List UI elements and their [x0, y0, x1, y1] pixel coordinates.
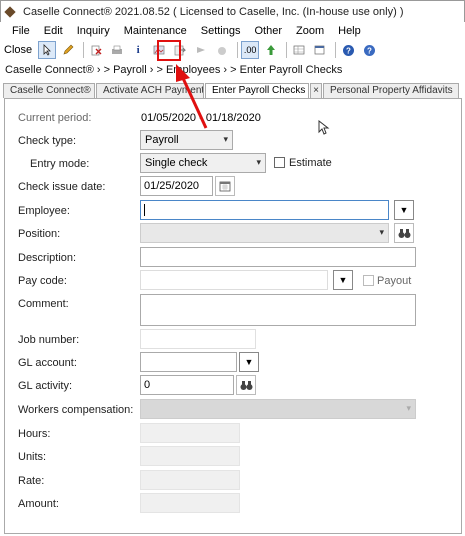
estimate-label: Estimate: [289, 157, 332, 169]
chevron-down-icon: ▾: [406, 403, 411, 413]
tab-caselle-connect[interactable]: Caselle Connect®: [3, 83, 95, 98]
delete-icon[interactable]: [87, 41, 105, 59]
description-label: Description:: [18, 252, 77, 264]
menu-zoom[interactable]: Zoom: [296, 25, 324, 37]
payout-label: Payout: [377, 275, 412, 287]
gl-account-field[interactable]: [140, 352, 237, 372]
menu-inquiry[interactable]: Inquiry: [77, 25, 110, 37]
job-number-field[interactable]: [140, 329, 256, 349]
menu-file[interactable]: File: [12, 25, 30, 37]
menu-settings[interactable]: Settings: [201, 25, 241, 37]
window-title: Caselle Connect® 2021.08.52 ( Licensed t…: [23, 5, 404, 18]
rate-field[interactable]: [140, 470, 240, 490]
tab-enter-payroll-checks[interactable]: Enter Payroll Checks: [205, 83, 309, 98]
gl-activity-field[interactable]: 0: [140, 375, 234, 395]
hours-field[interactable]: [140, 423, 240, 443]
employee-label: Employee:: [18, 205, 70, 217]
tab-activate-ach-payments[interactable]: Activate ACH Payments: [96, 83, 204, 98]
close-button[interactable]: Close: [4, 44, 32, 56]
grid-icon[interactable]: [290, 41, 308, 59]
job-number-label: Job number:: [18, 334, 80, 346]
title-bar: Caselle Connect® 2021.08.52 ( Licensed t…: [0, 0, 465, 22]
pay-code-field[interactable]: [140, 270, 328, 290]
tab-close-icon[interactable]: ×: [310, 83, 322, 98]
toolbar-separator: [83, 42, 85, 58]
menu-bar: File Edit Inquiry Maintenance Settings O…: [0, 22, 465, 39]
settings-help-icon[interactable]: ?: [360, 41, 378, 59]
payout-checkbox[interactable]: [363, 275, 374, 286]
gl-activity-label: GL activity:: [18, 380, 72, 392]
pay-code-label: Pay code:: [18, 275, 67, 287]
hand-icon[interactable]: [213, 41, 231, 59]
chevron-down-icon: ▾: [223, 134, 228, 144]
app-logo-icon: [5, 7, 17, 17]
estimate-checkbox[interactable]: [274, 157, 285, 168]
tab-bar: Caselle Connect® Activate ACH Payments E…: [3, 83, 460, 98]
entry-mode-value: Single check: [145, 157, 208, 169]
mouse-cursor-icon: [318, 119, 330, 139]
menu-maintenance[interactable]: Maintenance: [124, 25, 187, 37]
workers-compensation-select[interactable]: ▾: [140, 399, 416, 419]
tab-label: Enter Payroll Checks: [212, 85, 306, 96]
position-select[interactable]: ▾: [140, 223, 389, 243]
menu-help[interactable]: Help: [338, 25, 361, 37]
check-type-select[interactable]: Payroll ▾: [140, 130, 233, 150]
rate-label: Rate:: [18, 475, 45, 487]
position-label: Position:: [18, 228, 61, 240]
window-icon[interactable]: [311, 41, 329, 59]
toolbar-separator: [335, 42, 337, 58]
decimal-icon[interactable]: .00: [241, 41, 260, 59]
print-icon[interactable]: [108, 41, 126, 59]
check-issue-date-label: Check issue date:: [18, 181, 106, 193]
pencil-icon[interactable]: [59, 41, 77, 59]
comment-field[interactable]: [140, 294, 416, 326]
binoculars-icon[interactable]: [236, 375, 256, 395]
upload-icon[interactable]: [262, 41, 280, 59]
calendar-icon[interactable]: [215, 176, 235, 196]
units-field[interactable]: [140, 446, 240, 466]
gl-account-label: GL account:: [18, 357, 77, 369]
hours-label: Hours:: [18, 428, 51, 440]
amount-field[interactable]: [140, 493, 240, 513]
employee-dropdown-button[interactable]: ▼: [394, 200, 414, 220]
employee-field[interactable]: [140, 200, 389, 220]
svg-text:?: ?: [346, 46, 351, 55]
workers-compensation-label: Workers compensation:: [18, 404, 134, 416]
check-issue-date-field[interactable]: 01/25/2020: [140, 176, 213, 196]
description-field[interactable]: [140, 247, 416, 267]
binoculars-icon[interactable]: [394, 223, 414, 243]
check-type-value: Payroll: [145, 134, 179, 146]
arrow-cursor-icon[interactable]: [38, 41, 57, 59]
tab-personal-property-affidavits[interactable]: Personal Property Affidavits: [323, 83, 459, 98]
comment-label: Comment:: [18, 298, 69, 310]
toolbar: Close i .00 ? ?: [0, 39, 465, 61]
toolbar-separator: [286, 42, 288, 58]
entry-mode-select[interactable]: Single check ▾: [140, 153, 266, 173]
info-icon[interactable]: i: [129, 41, 147, 59]
gl-account-dropdown-button[interactable]: ▼: [239, 352, 259, 372]
amount-label: Amount:: [18, 498, 59, 510]
current-period-label: Current period:: [18, 112, 92, 124]
menu-other[interactable]: Other: [254, 25, 282, 37]
menu-edit[interactable]: Edit: [44, 25, 63, 37]
chevron-down-icon: ▾: [256, 157, 261, 167]
check-type-label: Check type:: [18, 135, 77, 147]
highlight-box: [157, 40, 181, 61]
entry-mode-label: Entry mode:: [30, 158, 90, 170]
forward-icon[interactable]: [192, 41, 210, 59]
toolbar-separator: [237, 42, 239, 58]
svg-text:?: ?: [367, 46, 372, 55]
units-label: Units:: [18, 451, 47, 463]
chevron-down-icon: ▾: [379, 227, 384, 237]
pay-code-dropdown-button[interactable]: ▼: [333, 270, 353, 290]
current-period-value: 01/05/2020 - 01/18/2020: [141, 112, 261, 124]
help-icon[interactable]: ?: [339, 41, 357, 59]
text-cursor: [144, 204, 145, 217]
breadcrumb: Caselle Connect® › > Payroll › > Employe…: [5, 64, 343, 76]
